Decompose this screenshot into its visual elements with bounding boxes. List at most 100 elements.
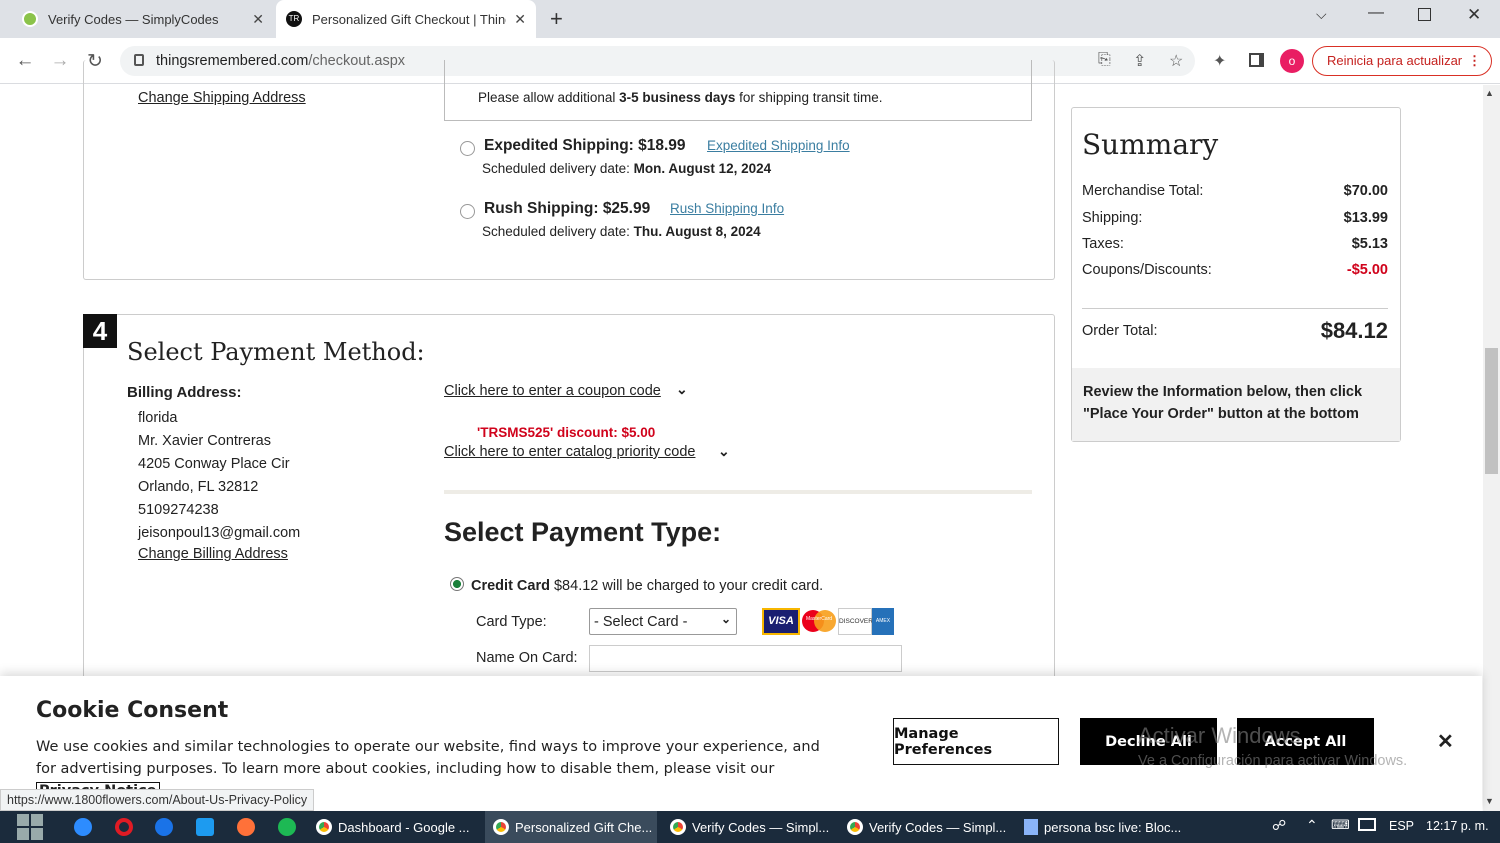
tab-close-icon[interactable]: ✕ <box>252 11 264 28</box>
taskbar-item[interactable]: Verify Codes — Simpl... <box>662 811 834 843</box>
summary-title: Summary <box>1082 128 1219 161</box>
review-notice: Review the Information below, then click… <box>1083 384 1363 422</box>
menu-kebab-icon: ⋮ <box>1468 53 1481 68</box>
amex-logo: AMEX <box>872 608 894 635</box>
discount-message: 'TRSMS525' discount: $5.00 <box>477 425 656 440</box>
new-tab-button[interactable]: + <box>550 6 563 32</box>
row-value: $70.00 <box>1343 183 1388 199</box>
chrome-icon <box>847 819 863 835</box>
coupon-chevron-down-icon[interactable]: ⌄ <box>676 381 688 398</box>
scrollbar-thumb[interactable] <box>1485 348 1498 474</box>
minimize-icon[interactable]: — <box>1368 4 1384 22</box>
windows-watermark-subtitle: Ve a Configuración para activar Windows. <box>1138 753 1408 769</box>
cookie-close-icon[interactable]: ✕ <box>1437 729 1454 754</box>
profile-avatar[interactable]: o <box>1280 49 1304 73</box>
credit-card-radio[interactable] <box>450 577 464 591</box>
transit-note-days: 3-5 business days <box>619 90 736 105</box>
row-label: Shipping: <box>1082 210 1143 226</box>
tab-title: Personalized Gift Checkout | Things Reme… <box>312 11 506 27</box>
tab-checkout[interactable]: TR Personalized Gift Checkout | Things R… <box>276 0 536 38</box>
change-billing-address-link[interactable]: Change Billing Address <box>138 546 288 562</box>
restore-icon[interactable] <box>1418 8 1431 21</box>
simplycodes-favicon-icon <box>22 11 38 27</box>
taskbar-item[interactable]: Verify Codes — Simpl... <box>839 811 1011 843</box>
translate-icon[interactable]: ⎘ <box>1098 51 1111 69</box>
mastercard-logo: MasterCard <box>800 608 838 635</box>
app-icon[interactable] <box>74 818 92 836</box>
spotify-icon[interactable] <box>278 818 296 836</box>
expedited-shipping-info-link[interactable]: Expedited Shipping Info <box>707 138 850 153</box>
opera-icon[interactable] <box>115 818 133 836</box>
bookmark-star-icon[interactable]: ☆ <box>1169 51 1183 71</box>
taskbar-item[interactable]: Dashboard - Google ... <box>308 811 480 843</box>
expedited-shipping-radio[interactable] <box>460 141 475 156</box>
transit-note-suffix: for shipping transit time. <box>735 90 883 105</box>
billing-line: jeisonpoul13@gmail.com <box>138 525 301 541</box>
status-url: https://www.1800flowers.com/About-Us-Pri… <box>0 789 315 811</box>
manage-preferences-button[interactable]: Manage Preferences <box>893 718 1059 765</box>
taskbar-item-label: Verify Codes — Simpl... <box>692 819 830 835</box>
tab-close-icon[interactable]: ✕ <box>514 11 526 28</box>
side-panel-icon[interactable] <box>1249 53 1264 67</box>
update-button-label: Reinicia para actualizar <box>1327 53 1463 68</box>
summary-row-merchandise: Merchandise Total: $70.00 <box>1082 183 1388 199</box>
forward-icon[interactable]: → <box>49 50 71 72</box>
share-icon[interactable]: ⇪ <box>1133 51 1146 71</box>
firefox-icon[interactable] <box>237 818 255 836</box>
row-value: -$5.00 <box>1346 262 1388 278</box>
catalog-priority-code-link[interactable]: Click here to enter catalog priority cod… <box>444 444 695 460</box>
row-label: Taxes: <box>1082 236 1124 252</box>
language-indicator[interactable]: ESP <box>1389 819 1414 833</box>
payment-method-title: Select Payment Method: <box>127 338 425 366</box>
rush-shipping-label: Rush Shipping: $25.99 <box>484 200 651 217</box>
coupon-code-link[interactable]: Click here to enter a coupon code <box>444 383 661 399</box>
row-label: Coupons/Discounts: <box>1082 262 1212 278</box>
date-value: Thu. August 8, 2024 <box>633 224 761 239</box>
expedited-shipping-label: Expedited Shipping: $18.99 <box>484 137 686 154</box>
taskbar-item[interactable]: Personalized Gift Che... <box>485 811 657 843</box>
cookie-body: We use cookies and similar technologies … <box>36 739 820 777</box>
windows-watermark-title: Activar Windows <box>1138 723 1301 748</box>
visa-logo: VISA <box>762 608 800 635</box>
discover-logo: DISCOVER <box>838 608 873 635</box>
catalog-chevron-down-icon[interactable]: ⌄ <box>718 443 730 460</box>
summary-row-shipping: Shipping: $13.99 <box>1082 210 1388 226</box>
tab-verify-codes[interactable]: Verify Codes — SimplyCodes ✕ <box>12 0 274 38</box>
credit-card-option: Credit Card $84.12 will be charged to yo… <box>471 578 823 594</box>
people-icon[interactable]: ☍ <box>1272 817 1286 834</box>
mastercard-text: MasterCard <box>805 616 833 622</box>
billing-line: 4205 Conway Place Cir <box>138 456 290 472</box>
extensions-puzzle-icon[interactable]: ✦ <box>1213 51 1226 71</box>
close-window-icon[interactable]: ✕ <box>1467 5 1481 25</box>
billing-line: 5109274238 <box>138 502 219 518</box>
chrome-icon <box>670 819 686 835</box>
chrome-icon <box>493 819 509 835</box>
tab-search-chevron-down-icon[interactable]: ⌵ <box>1316 6 1327 23</box>
billing-address-label: Billing Address: <box>127 384 242 401</box>
card-type-select[interactable]: - Select Card - ⌄ <box>589 608 737 635</box>
thingsremembered-favicon-icon: TR <box>286 11 302 27</box>
tab-title: Verify Codes — SimplyCodes <box>48 11 219 27</box>
billing-address-lines: florida Mr. Xavier Contreras 4205 Conway… <box>138 407 300 545</box>
chevron-up-icon[interactable]: ⌃ <box>1306 817 1318 834</box>
card-type-label: Card Type: <box>476 614 547 630</box>
change-shipping-address-link[interactable]: Change Shipping Address <box>138 90 306 106</box>
app-icon[interactable] <box>196 818 214 836</box>
rush-shipping-radio[interactable] <box>460 204 475 219</box>
network-icon[interactable]: ⌨ <box>1331 817 1350 833</box>
expedited-delivery-date: Scheduled delivery date: Mon. August 12,… <box>482 161 771 176</box>
start-windows-icon[interactable] <box>17 814 43 840</box>
app-icon[interactable] <box>155 818 173 836</box>
transit-note-prefix: Please allow additional <box>478 90 620 105</box>
rush-shipping-info-link[interactable]: Rush Shipping Info <box>670 201 784 216</box>
scroll-down-icon[interactable]: ▼ <box>1485 796 1494 806</box>
cookie-title: Cookie Consent <box>36 698 229 723</box>
back-icon[interactable]: ← <box>14 50 36 72</box>
taskbar-item[interactable]: persona bsc live: Bloc... <box>1016 811 1188 843</box>
scroll-up-icon[interactable]: ▲ <box>1485 88 1494 98</box>
display-icon[interactable] <box>1358 818 1376 831</box>
name-on-card-input[interactable] <box>589 645 902 672</box>
update-button[interactable]: Reinicia para actualizar ⋮ <box>1312 46 1492 76</box>
clock[interactable]: 12:17 p. m. <box>1426 819 1489 833</box>
billing-line: Mr. Xavier Contreras <box>138 433 271 449</box>
